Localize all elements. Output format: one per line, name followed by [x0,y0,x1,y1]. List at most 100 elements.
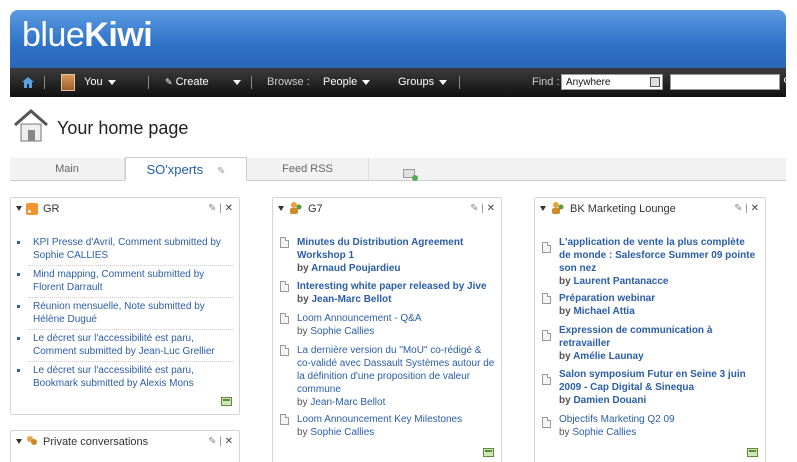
author-link[interactable]: Michael Attia [573,306,634,317]
widget-footer-icon[interactable] [747,448,758,457]
list-item-text: KPI Presse d'Avril, Comment submitted by… [33,237,221,261]
edit-pencil-icon[interactable]: ✎ [208,436,216,447]
close-icon[interactable]: ✕ [751,203,759,214]
document-byline: by Jean-Marc Bellot [297,293,495,306]
document-icon [542,293,551,304]
widget-footer-icon[interactable] [221,397,232,406]
find-scope-select[interactable]: Anywhere [561,74,663,90]
bullet-icon [17,273,20,276]
document-byline: by Damien Douani [559,394,759,407]
divider [29,361,233,362]
by-label: by [297,263,312,274]
header-banner: blueKiwi [10,10,786,68]
conversation-icon [26,435,38,447]
document-title[interactable]: La dernière version du "MoU" co-rédigé &… [297,344,495,396]
document-title[interactable]: Objectifs Marketing Q2 09 [559,413,759,426]
pen-icon: ✎ [165,77,173,87]
people-menu[interactable]: People [323,68,371,97]
document-byline: by Sophie Callies [297,325,495,338]
widget-bk-marketing-lounge: BK Marketing Lounge ✎ | ✕ L'application … [534,197,766,462]
user-avatar[interactable] [61,74,75,91]
chevron-down-icon [439,79,448,85]
tab-label: SO'xperts [146,162,204,177]
document-title[interactable]: Expression de communication à retravaill… [559,324,759,350]
widget-header: BK Marketing Lounge ✎ | ✕ [535,198,765,220]
document-title[interactable]: L'application de vente la plus complète … [559,236,759,275]
document-icon [542,330,551,341]
widget-gr: GR ✎ | ✕ KPI Presse d'Avril, Comment sub… [10,197,240,415]
document-byline: by Jean-Marc Bellot [297,396,495,409]
close-icon[interactable]: ✕ [487,203,495,214]
author-link[interactable]: Sophie Callies [572,427,636,438]
author-link[interactable]: Laurent Pantanacce [573,276,668,287]
nav-separator [44,76,45,89]
collapse-triangle-icon[interactable] [278,206,284,211]
create-menu[interactable]: ✎ Create [165,68,209,97]
search-icon[interactable]: ⚲ [783,75,793,88]
widget-header: GR ✎ | ✕ [11,198,239,220]
document-title[interactable]: Loom Announcement Key Milestones [297,413,495,426]
list-item-text: Le décret sur l'accessibilité est paru, … [33,333,215,357]
document-icon [542,374,551,385]
group-icon [551,201,565,215]
author-link[interactable]: Sophie Callies [310,427,374,438]
tab-main[interactable]: Main [10,158,125,181]
edit-pencil-icon[interactable]: ✎ [470,203,478,214]
nav-separator [148,76,149,89]
edit-pencil-icon[interactable]: ✎ [217,166,225,177]
author-link[interactable]: Sophie Callies [310,326,374,337]
add-tab-icon[interactable] [403,169,418,181]
by-label: by [559,427,573,438]
collapse-triangle-icon[interactable] [540,206,546,211]
author-link[interactable]: Jean-Marc Bellot [310,397,385,408]
logo-bold-text: Kiwi [84,16,153,54]
author-link[interactable]: Amélie Launay [573,351,644,362]
create-dropdown-caret[interactable] [228,68,241,97]
you-menu[interactable]: You [84,68,116,97]
document-title[interactable]: Minutes du Distribution Agreement Worksh… [297,236,495,262]
document-icon [280,281,289,292]
widget-header: Private conversations ✎ | ✕ [11,431,239,453]
logo-light-text: blue [22,16,85,54]
by-label: by [559,306,574,317]
groups-menu[interactable]: Groups [398,68,448,97]
you-label: You [84,76,103,88]
document-icon [542,242,551,253]
document-icon [280,345,289,356]
document-title[interactable]: Préparation webinar [559,292,759,305]
widget-footer-icon[interactable] [483,448,494,457]
tab-soxperts[interactable]: SO'xperts ✎ [125,157,247,181]
edit-pencil-icon[interactable]: ✎ [734,203,742,214]
top-navbar: You ✎ Create Browse : People Groups Find… [10,68,791,97]
document-title[interactable]: Salon symposium Futur en Seine 3 juin 20… [559,368,759,394]
close-icon[interactable]: ✕ [225,203,233,214]
widget-tools: ✎ | ✕ [208,436,233,447]
document-icon [280,414,289,425]
document-byline: by Sophie Callies [297,426,495,439]
close-icon[interactable]: ✕ [225,436,233,447]
by-label: by [297,427,311,438]
document-title[interactable]: Loom Announcement - Q&A [297,312,495,325]
document-title[interactable]: Interesting white paper released by Jive [297,280,495,293]
search-input[interactable] [670,74,780,90]
by-label: by [559,395,574,406]
by-label: by [559,351,574,362]
author-link[interactable]: Jean-Marc Bellot [311,294,391,305]
edit-pencil-icon[interactable]: ✎ [208,203,216,214]
home-nav-icon[interactable] [22,68,34,97]
widget-private-conversations: Private conversations ✎ | ✕ [10,430,240,462]
collapse-triangle-icon[interactable] [16,206,22,211]
select-arrow-icon [650,77,660,87]
widget-tools: ✎ | ✕ [734,203,759,214]
by-label: by [297,397,311,408]
bluekiwi-logo[interactable]: blueKiwi [22,16,153,55]
collapse-triangle-icon[interactable] [16,439,22,444]
tab-feed-rss[interactable]: Feed RSS [247,158,369,181]
tab-bar: Main SO'xperts ✎ Feed RSS [10,157,786,181]
author-link[interactable]: Damien Douani [573,395,646,406]
create-label: Create [175,76,209,88]
document-icon [542,417,551,428]
page-title: Your home page [57,118,189,138]
widget-title: G7 [308,203,323,215]
author-link[interactable]: Arnaud Poujardieu [311,263,400,274]
